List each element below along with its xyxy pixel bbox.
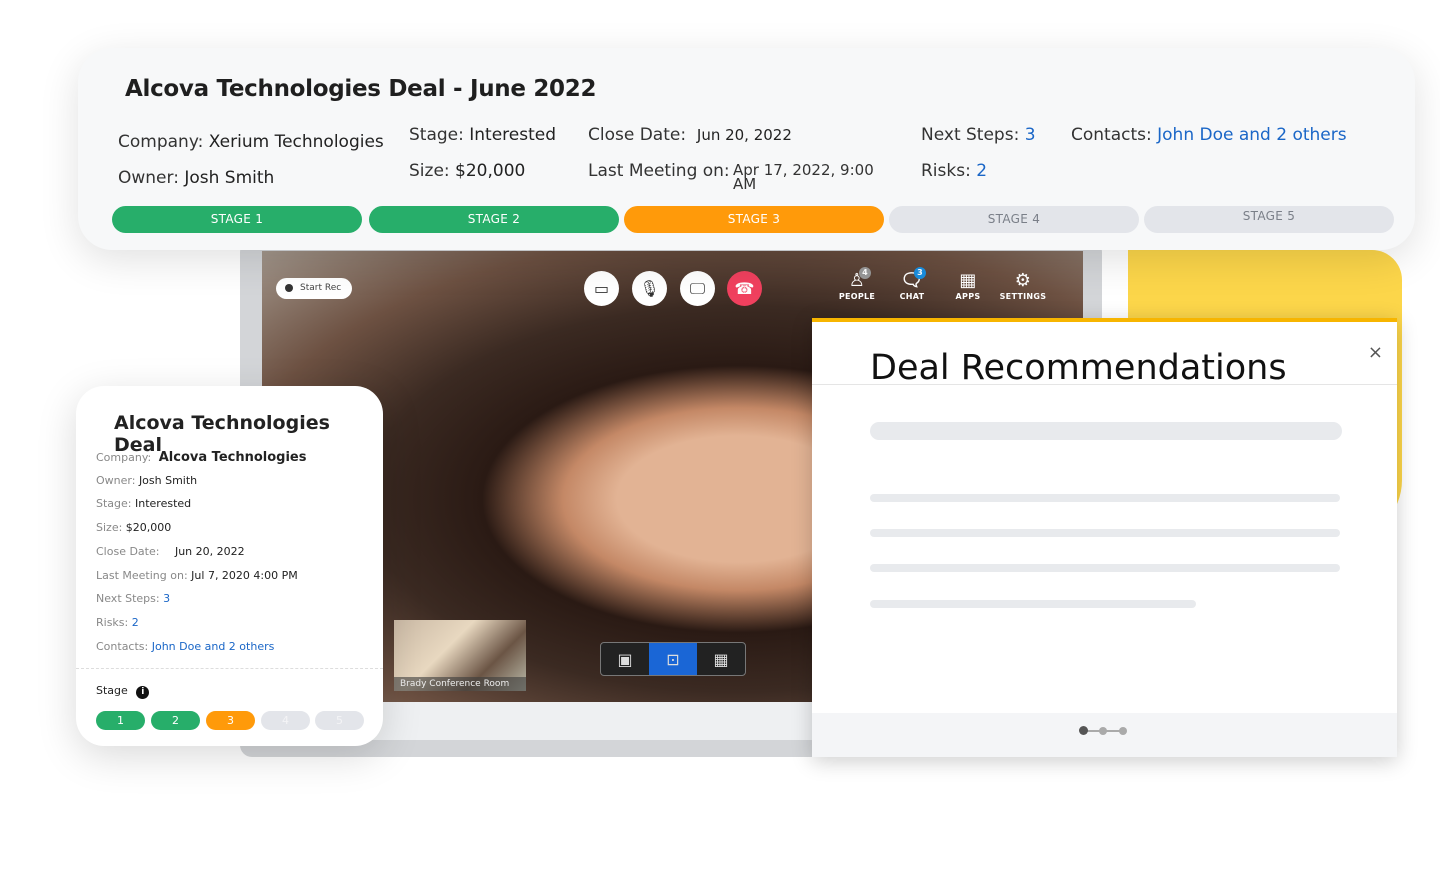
card-field[interactable]: Contacts: John Doe and 2 others: [96, 640, 274, 653]
page-dot[interactable]: [1119, 727, 1127, 735]
mic-button[interactable]: 🎙: [632, 271, 667, 306]
grid-view-button[interactable]: ▦: [697, 643, 745, 675]
card-field: Size: $20,000: [96, 521, 172, 535]
owner-field: Owner: Josh Smith: [118, 168, 275, 188]
card-field: Close Date: Jun 20, 2022: [96, 544, 245, 558]
people-badge: 4: [859, 267, 871, 279]
stage-pill-5[interactable]: 5: [315, 711, 364, 730]
stage-3-bar[interactable]: STAGE 3: [624, 206, 884, 233]
chat-badge: 3: [914, 267, 926, 279]
loading-placeholder: [870, 422, 1342, 440]
presenter-view-icon: ⊡: [666, 649, 680, 669]
divider: [76, 668, 383, 669]
loading-placeholder: [870, 494, 1340, 502]
gallery-strip-view-button[interactable]: ⊡: [649, 643, 697, 675]
loading-placeholder: [870, 600, 1196, 608]
contacts-field[interactable]: Contacts: John Doe and 2 others: [1071, 125, 1347, 145]
info-icon[interactable]: i: [136, 686, 150, 699]
deal-summary-card: Alcova Technologies Deal Company: Alcova…: [76, 386, 383, 746]
stage-5-bar[interactable]: STAGE 5: [1144, 206, 1394, 233]
deal-header-card: Alcova Technologies Deal - June 2022 Com…: [78, 48, 1415, 250]
next-steps-field[interactable]: Next Steps: 3: [921, 125, 1036, 145]
stage-pill-4[interactable]: 4: [261, 711, 310, 730]
hang-up-icon: ☎: [734, 279, 755, 298]
size-field: Size: $20,000: [409, 161, 526, 181]
chat-label: CHAT: [899, 292, 925, 301]
person-icon: ♙ 4: [829, 267, 885, 292]
card-field: Company: Alcova Technologies: [96, 450, 307, 465]
apps-label: APPS: [955, 292, 981, 301]
pagination: [812, 713, 1397, 757]
speaker-view-button[interactable]: ▣: [601, 643, 649, 675]
monitor-icon: 🖵: [689, 278, 706, 298]
card-field[interactable]: Risks: 2: [96, 616, 139, 629]
speaker-view-icon: ▣: [617, 649, 633, 669]
page-dot[interactable]: [1099, 727, 1107, 735]
screen-share-button[interactable]: 🖵: [680, 271, 715, 306]
loading-placeholder: [870, 529, 1340, 537]
card-field: Stage: Interested: [96, 497, 192, 511]
chat-button[interactable]: 🗨 3 CHAT: [884, 267, 940, 301]
mic-icon: 🎙: [639, 279, 660, 298]
stage-label: Stage i: [96, 684, 150, 699]
stage-2-bar[interactable]: STAGE 2: [369, 206, 619, 233]
page-dot[interactable]: [1079, 726, 1088, 735]
stage-field: Stage: Interested: [409, 125, 557, 145]
deal-title: Alcova Technologies Deal - June 2022: [125, 76, 597, 102]
camera-button[interactable]: ▭: [584, 271, 619, 306]
grid-view-icon: ▦: [713, 649, 729, 669]
chat-icon: 🗨 3: [884, 267, 940, 292]
stage-pill-1[interactable]: 1: [96, 711, 145, 730]
stage-1-bar[interactable]: STAGE 1: [112, 206, 362, 233]
stage-pill-2[interactable]: 2: [151, 711, 200, 730]
divider: [812, 384, 1397, 385]
last-meeting-value: Apr 17, 2022, 9:00 AM: [733, 161, 874, 193]
camera-icon: ▭: [593, 279, 610, 298]
apps-button[interactable]: ▦ APPS: [940, 270, 996, 301]
card-field: Owner: Josh Smith: [96, 473, 198, 487]
loading-placeholder: [870, 564, 1340, 572]
end-call-button[interactable]: ☎: [727, 271, 762, 306]
settings-label: SETTINGS: [999, 292, 1047, 301]
people-label: PEOPLE: [838, 292, 876, 301]
deal-recommendations-panel: Deal Recommendations ×: [812, 318, 1397, 757]
close-date-field: Close Date: Jun 20, 2022: [588, 125, 792, 145]
panel-title: Deal Recommendations: [870, 348, 1287, 388]
card-field: Last Meeting on: Jul 7, 2020 4:00 PM: [96, 568, 298, 582]
stage-4-bar[interactable]: STAGE 4: [889, 206, 1139, 233]
grid-icon: ▦: [959, 270, 977, 291]
card-field[interactable]: Next Steps: 3: [96, 592, 170, 605]
risks-field[interactable]: Risks: 2: [921, 161, 987, 181]
start-rec-button[interactable]: Start Rec: [276, 278, 352, 299]
company-field: Company: Xerium Technologies: [118, 132, 384, 152]
settings-button[interactable]: ⚙ SETTINGS: [995, 270, 1051, 301]
gear-icon: ⚙: [1014, 270, 1032, 291]
stage-pill-3[interactable]: 3: [206, 711, 255, 730]
last-meeting-field: Last Meeting on:: [588, 161, 730, 181]
participant-thumbnail[interactable]: Brady Conference Room: [394, 620, 526, 691]
view-switcher: ▣ ⊡ ▦: [600, 642, 746, 676]
people-button[interactable]: ♙ 4 PEOPLE: [829, 267, 885, 301]
thumbnail-label: Brady Conference Room: [394, 677, 526, 691]
close-icon[interactable]: ×: [1368, 342, 1383, 363]
